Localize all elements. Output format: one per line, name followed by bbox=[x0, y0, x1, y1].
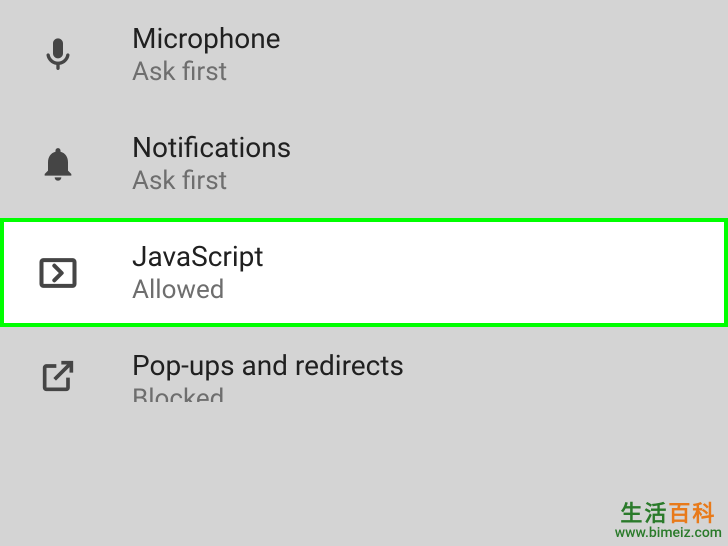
item-subtitle: Ask first bbox=[132, 166, 291, 196]
item-subtitle: Ask first bbox=[132, 57, 281, 87]
settings-item-text: Notifications Ask first bbox=[132, 131, 291, 196]
notifications-icon bbox=[36, 142, 80, 186]
settings-item-notifications[interactable]: Notifications Ask first bbox=[0, 109, 728, 218]
item-subtitle: Allowed bbox=[132, 275, 264, 305]
settings-item-text: Pop-ups and redirects Blocked bbox=[132, 349, 404, 402]
item-title: JavaScript bbox=[132, 240, 264, 273]
item-subtitle: Blocked bbox=[132, 384, 404, 402]
settings-item-text: Microphone Ask first bbox=[132, 22, 281, 87]
item-title: Notifications bbox=[132, 131, 291, 164]
settings-item-popups[interactable]: Pop-ups and redirects Blocked bbox=[0, 327, 728, 402]
watermark-logo-left: 生活 bbox=[620, 502, 668, 527]
watermark-url: www.bimeiz.com bbox=[615, 526, 722, 540]
microphone-icon bbox=[36, 33, 80, 77]
watermark: 生活百科 www.bimeiz.com bbox=[615, 504, 722, 540]
open-in-new-icon bbox=[36, 354, 80, 398]
settings-item-text: JavaScript Allowed bbox=[132, 240, 264, 305]
watermark-logo: 生活百科 www.bimeiz.com bbox=[615, 504, 722, 540]
item-title: Microphone bbox=[132, 22, 281, 55]
watermark-logo-right: 百科 bbox=[668, 502, 716, 527]
settings-item-javascript[interactable]: JavaScript Allowed bbox=[0, 218, 728, 327]
settings-item-microphone[interactable]: Microphone Ask first bbox=[0, 0, 728, 109]
javascript-icon bbox=[36, 251, 80, 295]
item-title: Pop-ups and redirects bbox=[132, 349, 404, 382]
